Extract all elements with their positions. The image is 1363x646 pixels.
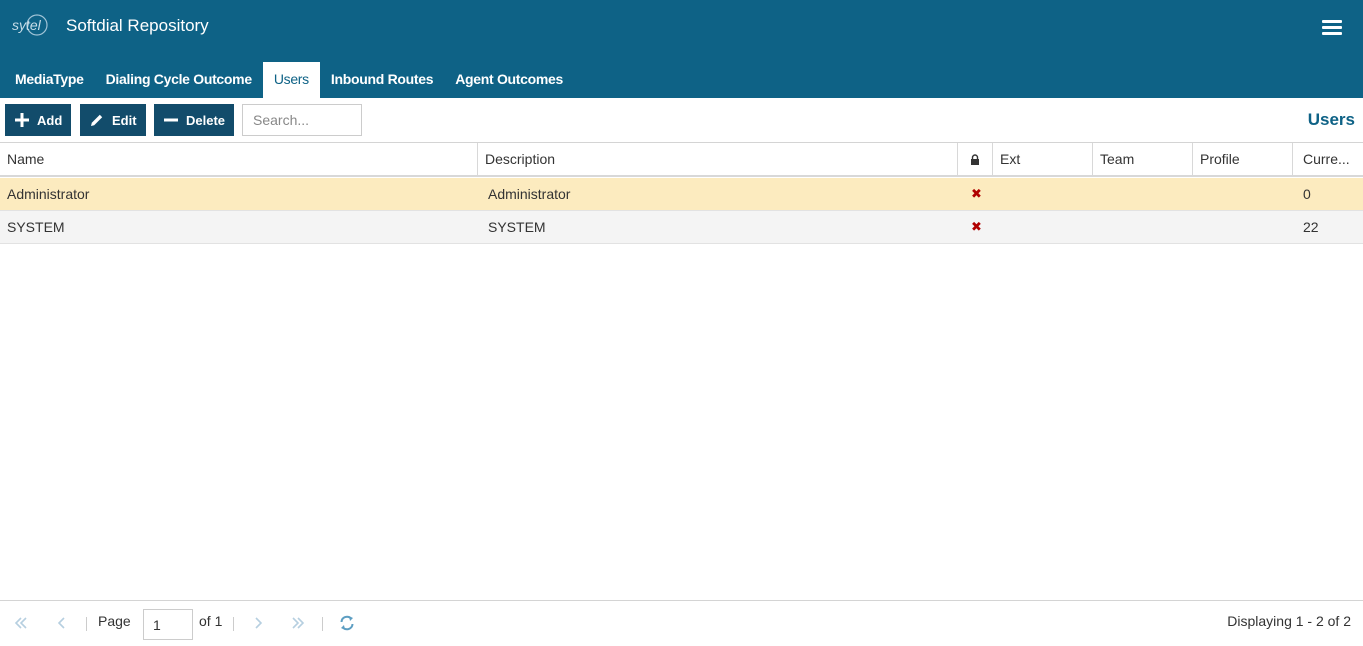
tab-users[interactable]: Users — [262, 62, 320, 98]
svg-text:sytel: sytel — [12, 17, 42, 33]
tab-mediatype[interactable]: MediaType — [4, 62, 95, 98]
pagination-bar: Page of 1 Displaying 1 - 2 of 2 — [0, 600, 1363, 646]
pager-separator — [322, 617, 323, 631]
column-header-name[interactable]: Name — [0, 143, 478, 175]
minus-icon — [164, 118, 178, 122]
delete-button-label: Delete — [186, 112, 226, 128]
search-input[interactable] — [242, 104, 362, 136]
column-header-description[interactable]: Description — [478, 143, 958, 175]
previous-page-icon[interactable] — [52, 613, 72, 633]
edit-button-label: Edit — [112, 112, 137, 128]
plus-icon — [15, 113, 29, 127]
tab-dialing-cycle-outcome[interactable]: Dialing Cycle Outcome — [95, 62, 263, 98]
not-locked-x-icon: ✖ — [971, 186, 982, 201]
cell-current: 0 — [1303, 186, 1311, 202]
grid-header: Name Description Ext Team Profile Curre.… — [0, 143, 1363, 177]
cell-description: SYSTEM — [488, 219, 546, 235]
column-header-ext[interactable]: Ext — [993, 143, 1093, 175]
refresh-icon[interactable] — [337, 613, 357, 633]
add-button[interactable]: Add — [5, 104, 71, 136]
lock-icon — [971, 154, 979, 166]
not-locked-x-icon: ✖ — [971, 219, 982, 234]
last-page-icon[interactable] — [288, 613, 308, 633]
app-title: Softdial Repository — [66, 16, 209, 35]
pencil-icon — [91, 114, 103, 126]
section-title: Users — [1307, 110, 1355, 129]
next-page-icon[interactable] — [248, 613, 268, 633]
cell-current: 22 — [1303, 219, 1319, 235]
first-page-icon[interactable] — [11, 613, 31, 633]
displaying-count: Displaying 1 - 2 of 2 — [1227, 613, 1351, 629]
delete-button[interactable]: Delete — [154, 104, 234, 136]
column-header-locked[interactable] — [958, 143, 993, 175]
column-header-profile[interactable]: Profile — [1193, 143, 1293, 175]
column-header-team[interactable]: Team — [1093, 143, 1193, 175]
cell-name: SYSTEM — [7, 219, 65, 235]
pager-separator — [233, 617, 234, 631]
pager-separator — [86, 617, 87, 631]
edit-button[interactable]: Edit — [80, 104, 146, 136]
app-header: sytel Softdial Repository MediaType Dial… — [0, 0, 1363, 98]
column-header-current[interactable]: Curre... — [1293, 143, 1363, 175]
add-button-label: Add — [37, 112, 63, 128]
page-number-input[interactable] — [143, 609, 193, 640]
toolbar: Add Edit Delete Users — [0, 98, 1363, 143]
tab-agent-outcomes[interactable]: Agent Outcomes — [444, 62, 574, 98]
page-count-label: of 1 — [199, 613, 223, 629]
sytel-logo: sytel — [12, 14, 48, 36]
hamburger-menu-icon[interactable] — [1322, 20, 1342, 36]
cell-description: Administrator — [488, 186, 571, 202]
cell-name: Administrator — [7, 186, 90, 202]
page-label: Page — [98, 613, 131, 629]
table-row[interactable]: SYSTEM SYSTEM ✖ 22 — [0, 211, 1363, 244]
table-row[interactable]: Administrator Administrator ✖ 0 — [0, 178, 1363, 211]
tab-inbound-routes[interactable]: Inbound Routes — [320, 62, 444, 98]
tab-bar: MediaType Dialing Cycle Outcome Users In… — [4, 62, 574, 98]
